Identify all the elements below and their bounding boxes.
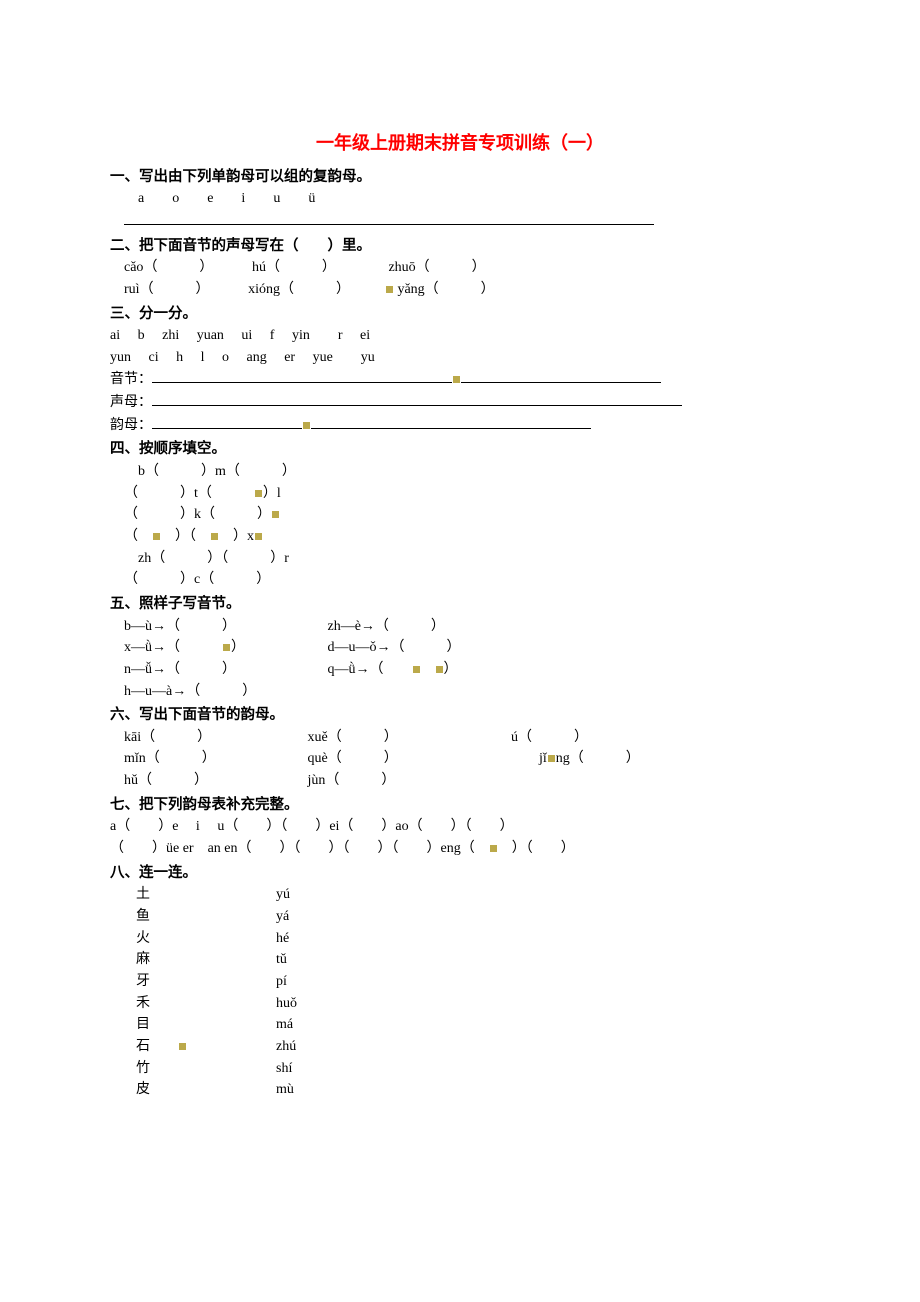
worksheet-title: 一年级上册期末拼音专项训练（一） [110, 130, 810, 158]
match-pinyin: tǔ [276, 949, 287, 971]
section-4-heading: 四、按顺序填空。 [110, 438, 810, 460]
section-2-heading: 二、把下面音节的声母写在（ ）里。 [110, 235, 810, 257]
section-6-heading: 六、写出下面音节的韵母。 [110, 704, 810, 726]
match-pinyin: huǒ [276, 993, 297, 1015]
s4-line-6: （ ）c（ ） [110, 569, 810, 591]
match-pinyin: hé [276, 928, 289, 950]
s2-item-zhuo: zhuō（ ） [388, 260, 485, 275]
decoration-dot [223, 644, 230, 651]
section-3-shengmu: 声母： [110, 391, 810, 414]
s4-line-2: （ ）t（ ）l [110, 483, 810, 505]
match-pinyin: pí [276, 971, 287, 993]
matching-list: 土yú鱼yá火hé麻tǔ牙pí禾huǒ目má石 zhú竹shí皮mù [110, 884, 810, 1101]
section-3-given-1: ai b zhi yuan ui f yin r ei [110, 325, 810, 347]
s6-row-3: hǔ（ ） jùn（ ） [110, 770, 810, 792]
decoration-dot [490, 845, 497, 852]
match-pinyin: má [276, 1014, 293, 1036]
match-hanzi: 鱼 [110, 906, 276, 928]
s5-row-4: h—u—à→（ ） [110, 681, 810, 703]
match-row: 禾huǒ [110, 993, 810, 1015]
worksheet-page: 一年级上册期末拼音专项训练（一） 一、写出由下列单韵母可以组的复韵母。 a o … [0, 0, 920, 1181]
s2-item-rui: ruì（ ） [124, 282, 203, 297]
match-row: 石 zhú [110, 1036, 810, 1058]
match-row: 竹shí [110, 1058, 810, 1080]
match-row: 皮mù [110, 1079, 810, 1101]
match-row: 鱼yá [110, 906, 810, 928]
decoration-dot [436, 666, 443, 673]
match-hanzi: 禾 [110, 993, 276, 1015]
decoration-dot [413, 666, 420, 673]
s5-row-2: x—ǜ→（ ） d—u—ǒ→（ ） [110, 637, 810, 659]
s4-line-3: （ ）k（ ） [110, 504, 810, 526]
decoration-dot [272, 511, 279, 518]
s4-line-4: （ ）（ ）x [110, 526, 810, 548]
decoration-dot [153, 533, 160, 540]
match-row: 土yú [110, 884, 810, 906]
s7-line-2: （ ）üe er an en（ ）（ ）（ ）（ ）eng（ ）（ ） [110, 838, 810, 860]
match-hanzi: 麻 [110, 949, 276, 971]
match-hanzi: 石 [110, 1036, 276, 1058]
decoration-dot [211, 533, 218, 540]
decoration-dot [255, 533, 262, 540]
s5-row-1: b—ù→（ ） zh—è→（ ） [110, 616, 810, 638]
section-3-yinjie: 音节： [110, 368, 810, 391]
match-pinyin: yá [276, 906, 289, 928]
match-hanzi: 牙 [110, 971, 276, 993]
match-pinyin: mù [276, 1079, 294, 1101]
section-1-answer-line [110, 210, 810, 233]
match-hanzi: 土 [110, 884, 276, 906]
match-hanzi: 目 [110, 1014, 276, 1036]
match-pinyin: yú [276, 884, 290, 906]
s5-row-3: n—ǚ→（ ） q—ǜ→（ ） [110, 659, 810, 681]
match-hanzi: 皮 [110, 1079, 276, 1101]
s6-row-2: mǐn（ ） què（ ） jǐng（ ） [110, 748, 810, 770]
section-3-heading: 三、分一分。 [110, 303, 810, 325]
match-row: 火hé [110, 928, 810, 950]
decoration-dot [303, 422, 310, 429]
section-3-given-2: yun ci h l o ang er yue yu [110, 347, 810, 369]
decoration-dot [255, 490, 262, 497]
s4-line-5: zh（ ）（ ）r [110, 548, 810, 570]
decoration-dot [453, 376, 460, 383]
s4-line-1: b（ ）m（ ） [110, 461, 810, 483]
match-pinyin: shí [276, 1058, 292, 1080]
s2-item-xiong: xióng（ ） [248, 282, 343, 297]
match-hanzi: 火 [110, 928, 276, 950]
match-hanzi: 竹 [110, 1058, 276, 1080]
s6-row-1: kāi（ ） xuě（ ） ú（ ） [110, 727, 810, 749]
match-row: 牙pí [110, 971, 810, 993]
match-row: 目má [110, 1014, 810, 1036]
match-pinyin: zhú [276, 1036, 296, 1058]
match-row: 麻tǔ [110, 949, 810, 971]
section-1-heading: 一、写出由下列单韵母可以组的复韵母。 [110, 166, 810, 188]
s2-item-cao: cǎo（ ） [124, 260, 206, 275]
section-2-row-1: cǎo（ ） hú（ ） zhuō（ ） [110, 257, 810, 279]
s2-item-yang: yǎng（ ） [397, 282, 494, 297]
s2-item-hu: hú（ ） [252, 260, 329, 275]
decoration-dot [548, 755, 555, 762]
section-1-vowels: a o e i u ü [110, 188, 810, 210]
section-3-yunmu: 韵母： [110, 414, 810, 437]
section-5-heading: 五、照样子写音节。 [110, 593, 810, 615]
section-7-heading: 七、把下列韵母表补充完整。 [110, 794, 810, 816]
section-2-row-2: ruì（ ） xióng（ ） yǎng（ ） [110, 279, 810, 301]
section-8-heading: 八、连一连。 [110, 862, 810, 884]
decoration-dot [386, 286, 393, 293]
s7-line-1: a（ ）e i u（ ）（ ）ei（ ）ao（ ）（ ） [110, 816, 810, 838]
